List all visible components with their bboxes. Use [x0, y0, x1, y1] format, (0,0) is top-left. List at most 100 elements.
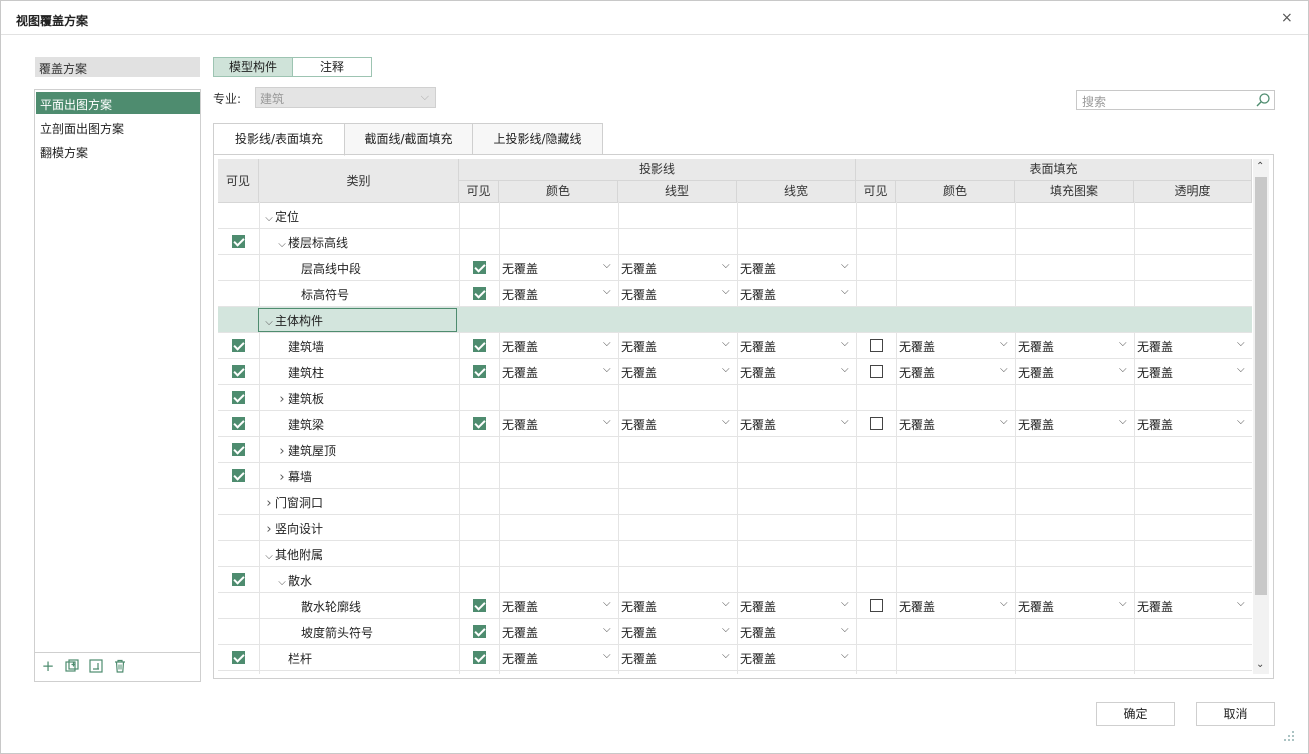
visible-checkbox[interactable]: [232, 651, 245, 664]
chevron-down-icon[interactable]: ⌵: [263, 551, 275, 562]
chevron-right-icon[interactable]: ›: [276, 470, 288, 485]
table-row[interactable]: 散水轮廓线 无覆盖 ⌵ 无覆盖 ⌵ 无覆盖 ⌵ 无覆盖 ⌵ 无覆盖 ⌵ 无覆盖 ⌵: [218, 593, 1252, 619]
projection-visible-checkbox[interactable]: [473, 261, 486, 274]
projection-linetype-dropdown[interactable]: 无覆盖 ⌵: [621, 416, 732, 432]
projection-linetype-dropdown[interactable]: 无覆盖 ⌵: [621, 624, 732, 640]
projection-visible-checkbox[interactable]: [473, 365, 486, 378]
cancel-button[interactable]: 取消: [1196, 702, 1275, 726]
table-row[interactable]: ⌵ 散水: [218, 567, 1252, 593]
projection-color-dropdown[interactable]: 无覆盖 ⌵: [502, 416, 613, 432]
table-row[interactable]: › 建筑屋顶: [218, 437, 1252, 463]
scheme-item-elevation[interactable]: 立剖面出图方案: [36, 116, 200, 138]
chevron-right-icon[interactable]: ›: [263, 522, 275, 537]
surface-visible-checkbox[interactable]: [870, 599, 883, 612]
table-row[interactable]: 建筑柱 无覆盖 ⌵ 无覆盖 ⌵ 无覆盖 ⌵ 无覆盖 ⌵ 无覆盖 ⌵ 无覆盖 ⌵: [218, 359, 1252, 385]
surface-pattern-dropdown[interactable]: 无覆盖 ⌵: [1018, 598, 1129, 614]
rename-icon[interactable]: [89, 659, 103, 673]
table-row[interactable]: › 建筑板: [218, 385, 1252, 411]
table-row[interactable]: 坡度箭头符号 无覆盖 ⌵ 无覆盖 ⌵ 无覆盖 ⌵: [218, 619, 1252, 645]
table-row[interactable]: ⌵ 楼层标高线: [218, 229, 1252, 255]
scroll-thumb[interactable]: [1255, 177, 1267, 595]
visible-checkbox[interactable]: [232, 573, 245, 586]
table-row[interactable]: 建筑梁 无覆盖 ⌵ 无覆盖 ⌵ 无覆盖 ⌵ 无覆盖 ⌵ 无覆盖 ⌵ 无覆盖 ⌵: [218, 411, 1252, 437]
projection-color-dropdown[interactable]: 无覆盖 ⌵: [502, 624, 613, 640]
table-row[interactable]: › 门窗洞口: [218, 489, 1252, 515]
delete-icon[interactable]: [113, 659, 127, 673]
surface-color-dropdown[interactable]: 无覆盖 ⌵: [899, 416, 1010, 432]
ok-button[interactable]: 确定: [1096, 702, 1175, 726]
search-input[interactable]: 搜索: [1076, 90, 1275, 110]
surface-transparency-dropdown[interactable]: 无覆盖 ⌵: [1137, 598, 1247, 614]
table-row[interactable]: 层高线中段 无覆盖 ⌵ 无覆盖 ⌵ 无覆盖 ⌵: [218, 255, 1252, 281]
duplicate-icon[interactable]: [65, 659, 79, 673]
projection-visible-checkbox[interactable]: [473, 625, 486, 638]
projection-linetype-dropdown[interactable]: 无覆盖 ⌵: [621, 286, 732, 302]
scheme-item-model[interactable]: 翻模方案: [36, 140, 200, 162]
surface-pattern-dropdown[interactable]: 无覆盖 ⌵: [1018, 416, 1129, 432]
table-row[interactable]: 建筑墙 无覆盖 ⌵ 无覆盖 ⌵ 无覆盖 ⌵ 无覆盖 ⌵ 无覆盖 ⌵ 无覆盖 ⌵: [218, 333, 1252, 359]
projection-linetype-dropdown[interactable]: 无覆盖 ⌵: [621, 260, 732, 276]
table-row[interactable]: 栏杆 无覆盖 ⌵ 无覆盖 ⌵ 无覆盖 ⌵: [218, 645, 1252, 671]
surface-color-dropdown[interactable]: 无覆盖 ⌵: [899, 364, 1010, 380]
projection-linewidth-dropdown[interactable]: 无覆盖 ⌵: [740, 416, 851, 432]
table-row[interactable]: ⌵ 其他附属: [218, 541, 1252, 567]
table-row[interactable]: ⌵ 定位: [218, 203, 1252, 229]
projection-color-dropdown[interactable]: 无覆盖 ⌵: [502, 650, 613, 666]
surface-visible-checkbox[interactable]: [870, 417, 883, 430]
surface-color-dropdown[interactable]: 无覆盖 ⌵: [899, 598, 1010, 614]
visible-checkbox[interactable]: [232, 365, 245, 378]
scheme-item-plan[interactable]: 平面出图方案: [36, 92, 200, 114]
visible-checkbox[interactable]: [232, 443, 245, 456]
projection-color-dropdown[interactable]: 无覆盖 ⌵: [502, 286, 613, 302]
tab-cut-section[interactable]: 截面线/截面填充: [344, 123, 473, 155]
visible-checkbox[interactable]: [232, 417, 245, 430]
projection-linewidth-dropdown[interactable]: 无覆盖 ⌵: [740, 338, 851, 354]
projection-linetype-dropdown[interactable]: 无覆盖 ⌵: [621, 650, 732, 666]
surface-pattern-dropdown[interactable]: 无覆盖 ⌵: [1018, 364, 1129, 380]
surface-transparency-dropdown[interactable]: 无覆盖 ⌵: [1137, 416, 1247, 432]
visible-checkbox[interactable]: [232, 339, 245, 352]
projection-linewidth-dropdown[interactable]: 无覆盖 ⌵: [740, 598, 851, 614]
projection-visible-checkbox[interactable]: [473, 417, 486, 430]
projection-visible-checkbox[interactable]: [473, 599, 486, 612]
projection-linewidth-dropdown[interactable]: 无覆盖 ⌵: [740, 260, 851, 276]
surface-transparency-dropdown[interactable]: 无覆盖 ⌵: [1137, 364, 1247, 380]
chevron-down-icon[interactable]: ⌵: [276, 239, 288, 250]
projection-color-dropdown[interactable]: 无覆盖 ⌵: [502, 338, 613, 354]
mode-annotation-button[interactable]: 注释: [292, 57, 372, 77]
surface-color-dropdown[interactable]: 无覆盖 ⌵: [899, 338, 1010, 354]
projection-linewidth-dropdown[interactable]: 无覆盖 ⌵: [740, 286, 851, 302]
projection-linetype-dropdown[interactable]: 无覆盖 ⌵: [621, 598, 732, 614]
table-row[interactable]: › 竖向设计: [218, 515, 1252, 541]
projection-color-dropdown[interactable]: 无覆盖 ⌵: [502, 364, 613, 380]
visible-checkbox[interactable]: [232, 391, 245, 404]
projection-visible-checkbox[interactable]: [473, 651, 486, 664]
projection-color-dropdown[interactable]: 无覆盖 ⌵: [502, 598, 613, 614]
resize-grip-icon[interactable]: [1278, 729, 1296, 745]
discipline-select[interactable]: 建筑 ⌵: [255, 87, 436, 108]
projection-linewidth-dropdown[interactable]: 无覆盖 ⌵: [740, 624, 851, 640]
close-icon[interactable]: ×: [1281, 10, 1293, 26]
tab-projection-surface[interactable]: 投影线/表面填充: [213, 123, 345, 156]
table-row[interactable]: › 幕墙: [218, 463, 1252, 489]
surface-transparency-dropdown[interactable]: 无覆盖 ⌵: [1137, 338, 1247, 354]
mode-model-button[interactable]: 模型构件: [213, 57, 293, 77]
search-icon[interactable]: [1255, 92, 1271, 108]
projection-visible-checkbox[interactable]: [473, 339, 486, 352]
chevron-down-icon[interactable]: ⌵: [263, 213, 275, 224]
projection-linetype-dropdown[interactable]: 无覆盖 ⌵: [621, 364, 732, 380]
projection-linetype-dropdown[interactable]: 无覆盖 ⌵: [621, 338, 732, 354]
visible-checkbox[interactable]: [232, 469, 245, 482]
surface-visible-checkbox[interactable]: [870, 339, 883, 352]
add-icon[interactable]: +: [41, 659, 55, 674]
tab-upper-hidden[interactable]: 上投影线/隐藏线: [472, 123, 603, 155]
chevron-right-icon[interactable]: ›: [263, 496, 275, 511]
chevron-right-icon[interactable]: ›: [276, 392, 288, 407]
visible-checkbox[interactable]: [232, 235, 245, 248]
chevron-right-icon[interactable]: ›: [276, 444, 288, 459]
projection-color-dropdown[interactable]: 无覆盖 ⌵: [502, 260, 613, 276]
projection-visible-checkbox[interactable]: [473, 287, 486, 300]
grid-scrollbar[interactable]: ⌃ ⌄: [1253, 159, 1269, 674]
scroll-down-icon[interactable]: ⌄: [1256, 659, 1264, 670]
table-row[interactable]: 标高符号 无覆盖 ⌵ 无覆盖 ⌵ 无覆盖 ⌵: [218, 281, 1252, 307]
